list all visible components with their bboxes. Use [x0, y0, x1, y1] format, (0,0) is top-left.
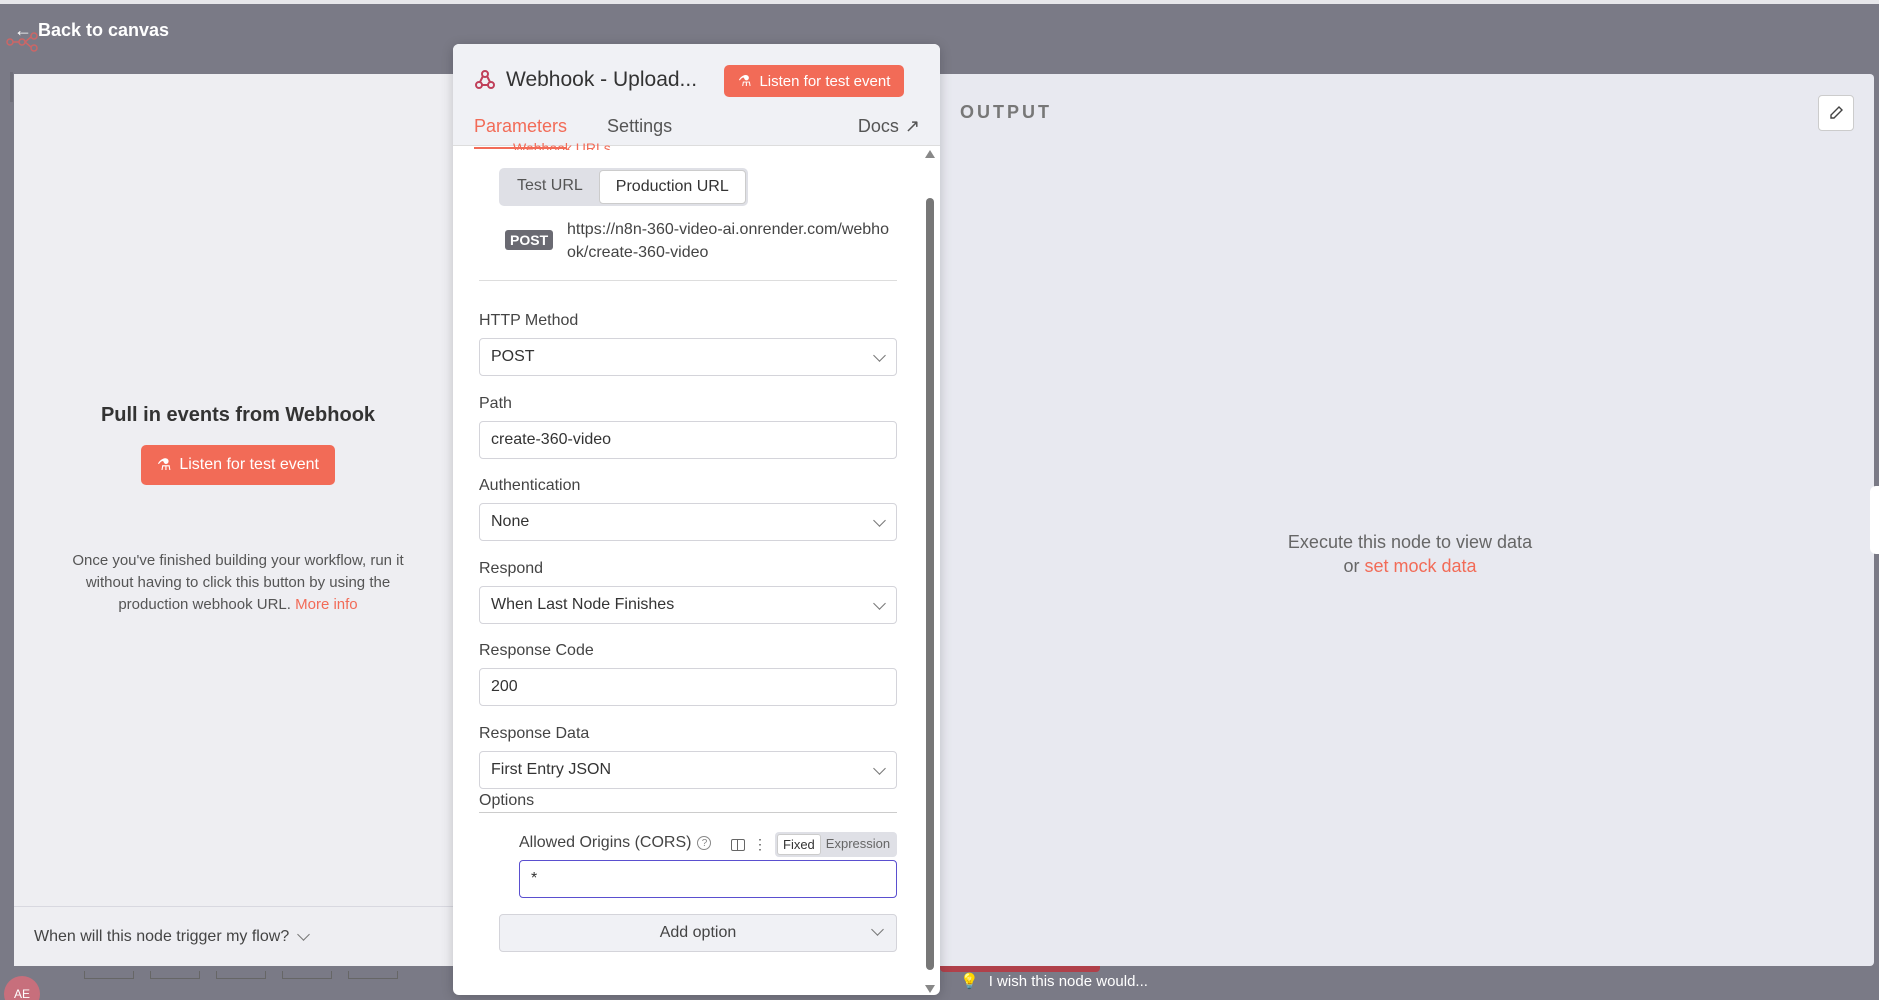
path-label: Path [479, 395, 512, 412]
avatar[interactable]: AE [4, 976, 40, 1000]
tab-settings[interactable]: Settings [607, 116, 672, 149]
docs-link[interactable]: Docs ↗ [858, 116, 920, 137]
cors-tools: ⋮ Fixed Expression [731, 832, 898, 857]
lightbulb-icon: 💡 [960, 973, 979, 990]
chevron-down-icon [873, 761, 886, 775]
trigger-question-label: When will this node trigger my flow? [34, 927, 290, 945]
header-listen-button[interactable]: ⚗ Listen for test event [724, 65, 905, 97]
url-type-toggle: Test URL Production URL [499, 168, 748, 206]
more-options-icon[interactable]: ⋮ [753, 836, 767, 853]
cors-input[interactable]: * [519, 860, 897, 898]
docs-label: Docs [857, 116, 899, 136]
http-method-value: POST [491, 348, 535, 365]
input-pane-description: Once you've finished building your workf… [50, 550, 426, 616]
back-to-canvas-button[interactable]: ← Back to canvas [14, 20, 169, 41]
options-divider [479, 812, 897, 813]
respond-value: When Last Node Finishes [491, 596, 675, 613]
response-code-value: 200 [491, 678, 518, 695]
response-data-value: First Entry JSON [491, 761, 612, 778]
panel-body: Webhook URLs Test URL Production URL POS… [453, 140, 940, 995]
input-pane: Pull in events from Webhook ⚗ Listen for… [14, 74, 462, 966]
cors-label-text: Allowed Origins (CORS) [519, 834, 692, 851]
fixed-mode-option[interactable]: Fixed [777, 834, 821, 855]
flask-icon: ⚗ [738, 73, 752, 90]
cors-value: * [531, 870, 538, 887]
scroll-down-arrow[interactable] [925, 985, 935, 993]
help-icon[interactable]: ? [697, 836, 712, 850]
flask-icon: ⚗ [157, 457, 172, 474]
chevron-down-icon [871, 923, 884, 936]
add-option-label: Add option [659, 924, 737, 941]
node-title[interactable]: Webhook - Upload... [506, 68, 697, 92]
chevron-down-icon [873, 348, 886, 362]
scroll-thumb[interactable] [926, 198, 934, 970]
execute-message: Execute this node to view data [1287, 532, 1533, 552]
add-option-button[interactable]: Add option [499, 914, 897, 952]
method-badge: POST [505, 230, 554, 250]
chevron-down-icon [873, 513, 886, 527]
canvas-toolbar-edge [84, 966, 414, 979]
arrow-left-icon: ← [14, 20, 32, 40]
panel-toggle-icon[interactable] [731, 838, 745, 851]
http-method-label: HTTP Method [479, 312, 579, 329]
panel-header: Webhook - Upload... ⚗ Listen for test ev… [453, 44, 940, 149]
or-text: or [1343, 556, 1360, 576]
output-empty-message: Execute this node to view data or set mo… [1200, 530, 1620, 578]
cors-label: Allowed Origins (CORS) ? [519, 834, 712, 852]
response-code-input[interactable]: 200 [479, 668, 897, 706]
response-code-label: Response Code [479, 642, 594, 659]
scroll-up-arrow[interactable] [925, 150, 935, 158]
node-parameters-panel: Webhook - Upload... ⚗ Listen for test ev… [453, 44, 940, 995]
webhook-url[interactable]: https://n8n-360-video-ai.onrender.com/we… [567, 218, 897, 264]
listen-for-test-event-button[interactable]: ⚗ Listen for test event [141, 445, 335, 485]
canvas-sidebar-edge [10, 72, 13, 102]
wish-text: I wish this node would... [988, 972, 1148, 990]
more-info-link[interactable]: More info [295, 596, 358, 613]
authentication-value: None [491, 513, 530, 530]
path-input[interactable]: create-360-video [479, 421, 897, 459]
top-edge [0, 0, 1879, 4]
response-data-label: Response Data [479, 725, 590, 742]
input-pane-title: Pull in events from Webhook [100, 404, 376, 426]
path-value: create-360-video [491, 431, 612, 448]
respond-select[interactable]: When Last Node Finishes [479, 586, 897, 624]
edit-output-button[interactable] [1818, 95, 1854, 131]
set-mock-data-link[interactable]: set mock data [1364, 556, 1476, 576]
fixed-expression-toggle: Fixed Expression [775, 832, 898, 857]
chevron-down-icon [873, 596, 886, 610]
http-method-select[interactable]: POST [479, 338, 897, 376]
pencil-icon [1830, 106, 1843, 119]
authentication-label: Authentication [479, 477, 581, 494]
trigger-question-toggle[interactable]: When will this node trigger my flow? [14, 906, 462, 966]
production-url-option[interactable]: Production URL [598, 170, 746, 204]
response-data-select[interactable]: First Entry JSON [479, 751, 897, 789]
webhook-urls-label[interactable]: Webhook URLs [513, 140, 611, 150]
authentication-select[interactable]: None [479, 503, 897, 541]
expression-mode-option[interactable]: Expression [821, 834, 895, 855]
webhook-icon [475, 70, 495, 89]
respond-label: Respond [479, 560, 544, 577]
feedback-prompt[interactable]: 💡 I wish this node would... [960, 972, 1148, 991]
chevron-down-icon [297, 928, 311, 941]
scrollbar[interactable] [925, 150, 935, 993]
test-url-option[interactable]: Test URL [501, 170, 599, 204]
header-listen-label: Listen for test event [759, 72, 891, 90]
side-panel-tab[interactable] [1870, 486, 1879, 554]
external-link-icon: ↗ [904, 116, 920, 136]
divider [479, 280, 897, 281]
back-to-canvas-label: Back to canvas [38, 20, 170, 40]
listen-label: Listen for test event [179, 456, 319, 473]
output-label: OUTPUT [960, 102, 1052, 122]
options-label: Options [479, 792, 535, 809]
